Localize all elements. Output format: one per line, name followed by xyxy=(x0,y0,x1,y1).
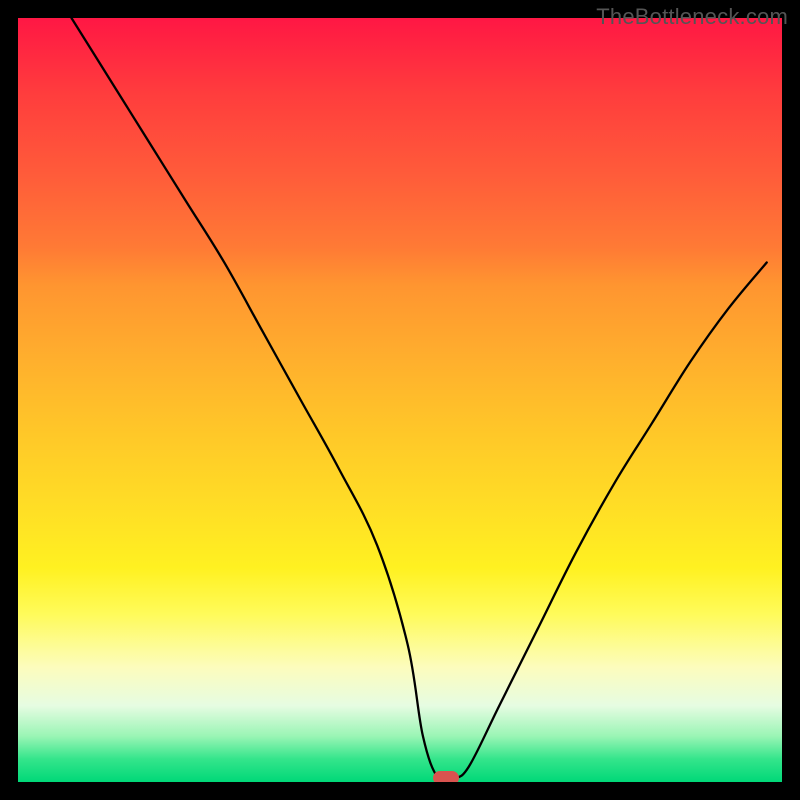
watermark-text: TheBottleneck.com xyxy=(596,4,788,30)
bottleneck-curve xyxy=(18,18,782,782)
bottleneck-marker xyxy=(433,771,459,785)
